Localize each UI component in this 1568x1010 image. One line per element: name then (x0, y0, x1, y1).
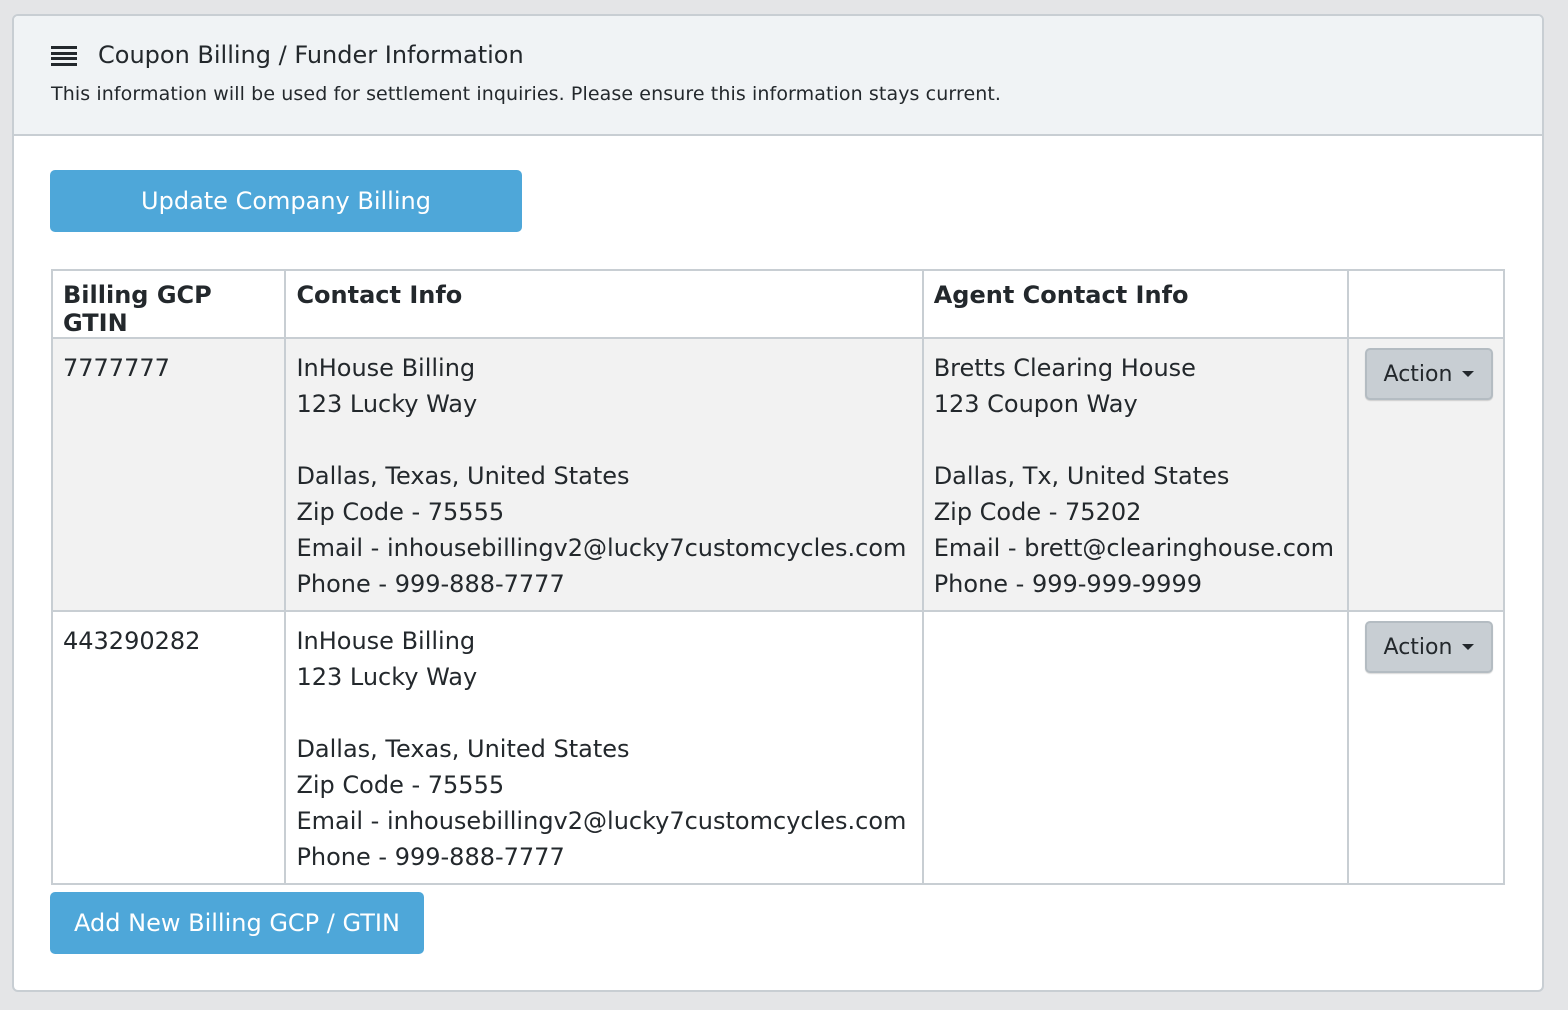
gtin-cell: 7777777 (50, 337, 287, 612)
add-billing-gtin-button[interactable]: Add New Billing GCP / GTIN (50, 892, 424, 954)
table-row: 7777777 InHouse Billing 123 Lucky Way Da… (50, 337, 1506, 612)
contact-phone: Phone - 999-888-7777 (296, 843, 565, 871)
gtin-cell: 443290282 (50, 610, 287, 885)
column-header-actions (1346, 269, 1506, 339)
actions-cell: Action (1346, 337, 1506, 612)
contact-city: Dallas, Texas, United States (296, 462, 630, 490)
action-label: Action (1383, 634, 1453, 660)
contact-city: Dallas, Texas, United States (296, 735, 630, 763)
card-title: Coupon Billing / Funder Information (98, 41, 524, 69)
table-row: 443290282 InHouse Billing 123 Lucky Way … (50, 610, 1506, 885)
address-spacer (296, 695, 911, 731)
agent-cell-empty (921, 610, 1349, 885)
contact-phone: Phone - 999-888-7777 (296, 570, 565, 598)
action-dropdown-button[interactable]: Action (1364, 348, 1493, 400)
agent-email: Email - brett@clearinghouse.com (933, 534, 1334, 562)
contact-name: InHouse Billing (296, 354, 476, 382)
address-spacer (296, 422, 911, 458)
agent-city: Dallas, Tx, United States (933, 462, 1230, 490)
contact-email: Email - inhousebillingv2@lucky7customcyc… (296, 534, 907, 562)
action-label: Action (1383, 361, 1453, 387)
billing-table: Billing GCP GTIN Contact Info Agent Cont… (50, 269, 1506, 885)
contact-street: 123 Lucky Way (296, 390, 478, 418)
agent-phone: Phone - 999-999-9999 (933, 570, 1202, 598)
agent-street: 123 Coupon Way (933, 390, 1138, 418)
contact-cell: InHouse Billing 123 Lucky Way Dallas, Te… (284, 337, 924, 612)
agent-name: Bretts Clearing House (933, 354, 1196, 382)
column-header-agent: Agent Contact Info (921, 269, 1349, 339)
action-dropdown-button[interactable]: Action (1364, 621, 1493, 673)
column-header-gtin: Billing GCP GTIN (50, 269, 287, 339)
card-subtitle: This information will be used for settle… (51, 83, 1002, 105)
billing-card: Coupon Billing / Funder Information This… (12, 14, 1544, 992)
contact-email: Email - inhousebillingv2@lucky7customcyc… (296, 807, 907, 835)
contact-street: 123 Lucky Way (296, 663, 478, 691)
card-header: Coupon Billing / Funder Information This… (14, 16, 1542, 136)
caret-down-icon (1462, 644, 1475, 650)
address-spacer (934, 422, 1337, 458)
contact-cell: InHouse Billing 123 Lucky Way Dallas, Te… (284, 610, 924, 885)
contact-name: InHouse Billing (296, 627, 476, 655)
actions-cell: Action (1346, 610, 1506, 885)
contact-zip: Zip Code - 75555 (296, 498, 505, 526)
agent-cell: Bretts Clearing House 123 Coupon Way Dal… (921, 337, 1349, 612)
agent-zip: Zip Code - 75202 (933, 498, 1142, 526)
update-company-billing-button[interactable]: Update Company Billing Information (50, 170, 522, 277)
hamburger-icon (51, 46, 77, 66)
caret-down-icon (1462, 371, 1475, 377)
column-header-contact: Contact Info (284, 269, 924, 339)
contact-zip: Zip Code - 75555 (296, 771, 505, 799)
table-header-row: Billing GCP GTIN Contact Info Agent Cont… (50, 269, 1506, 339)
